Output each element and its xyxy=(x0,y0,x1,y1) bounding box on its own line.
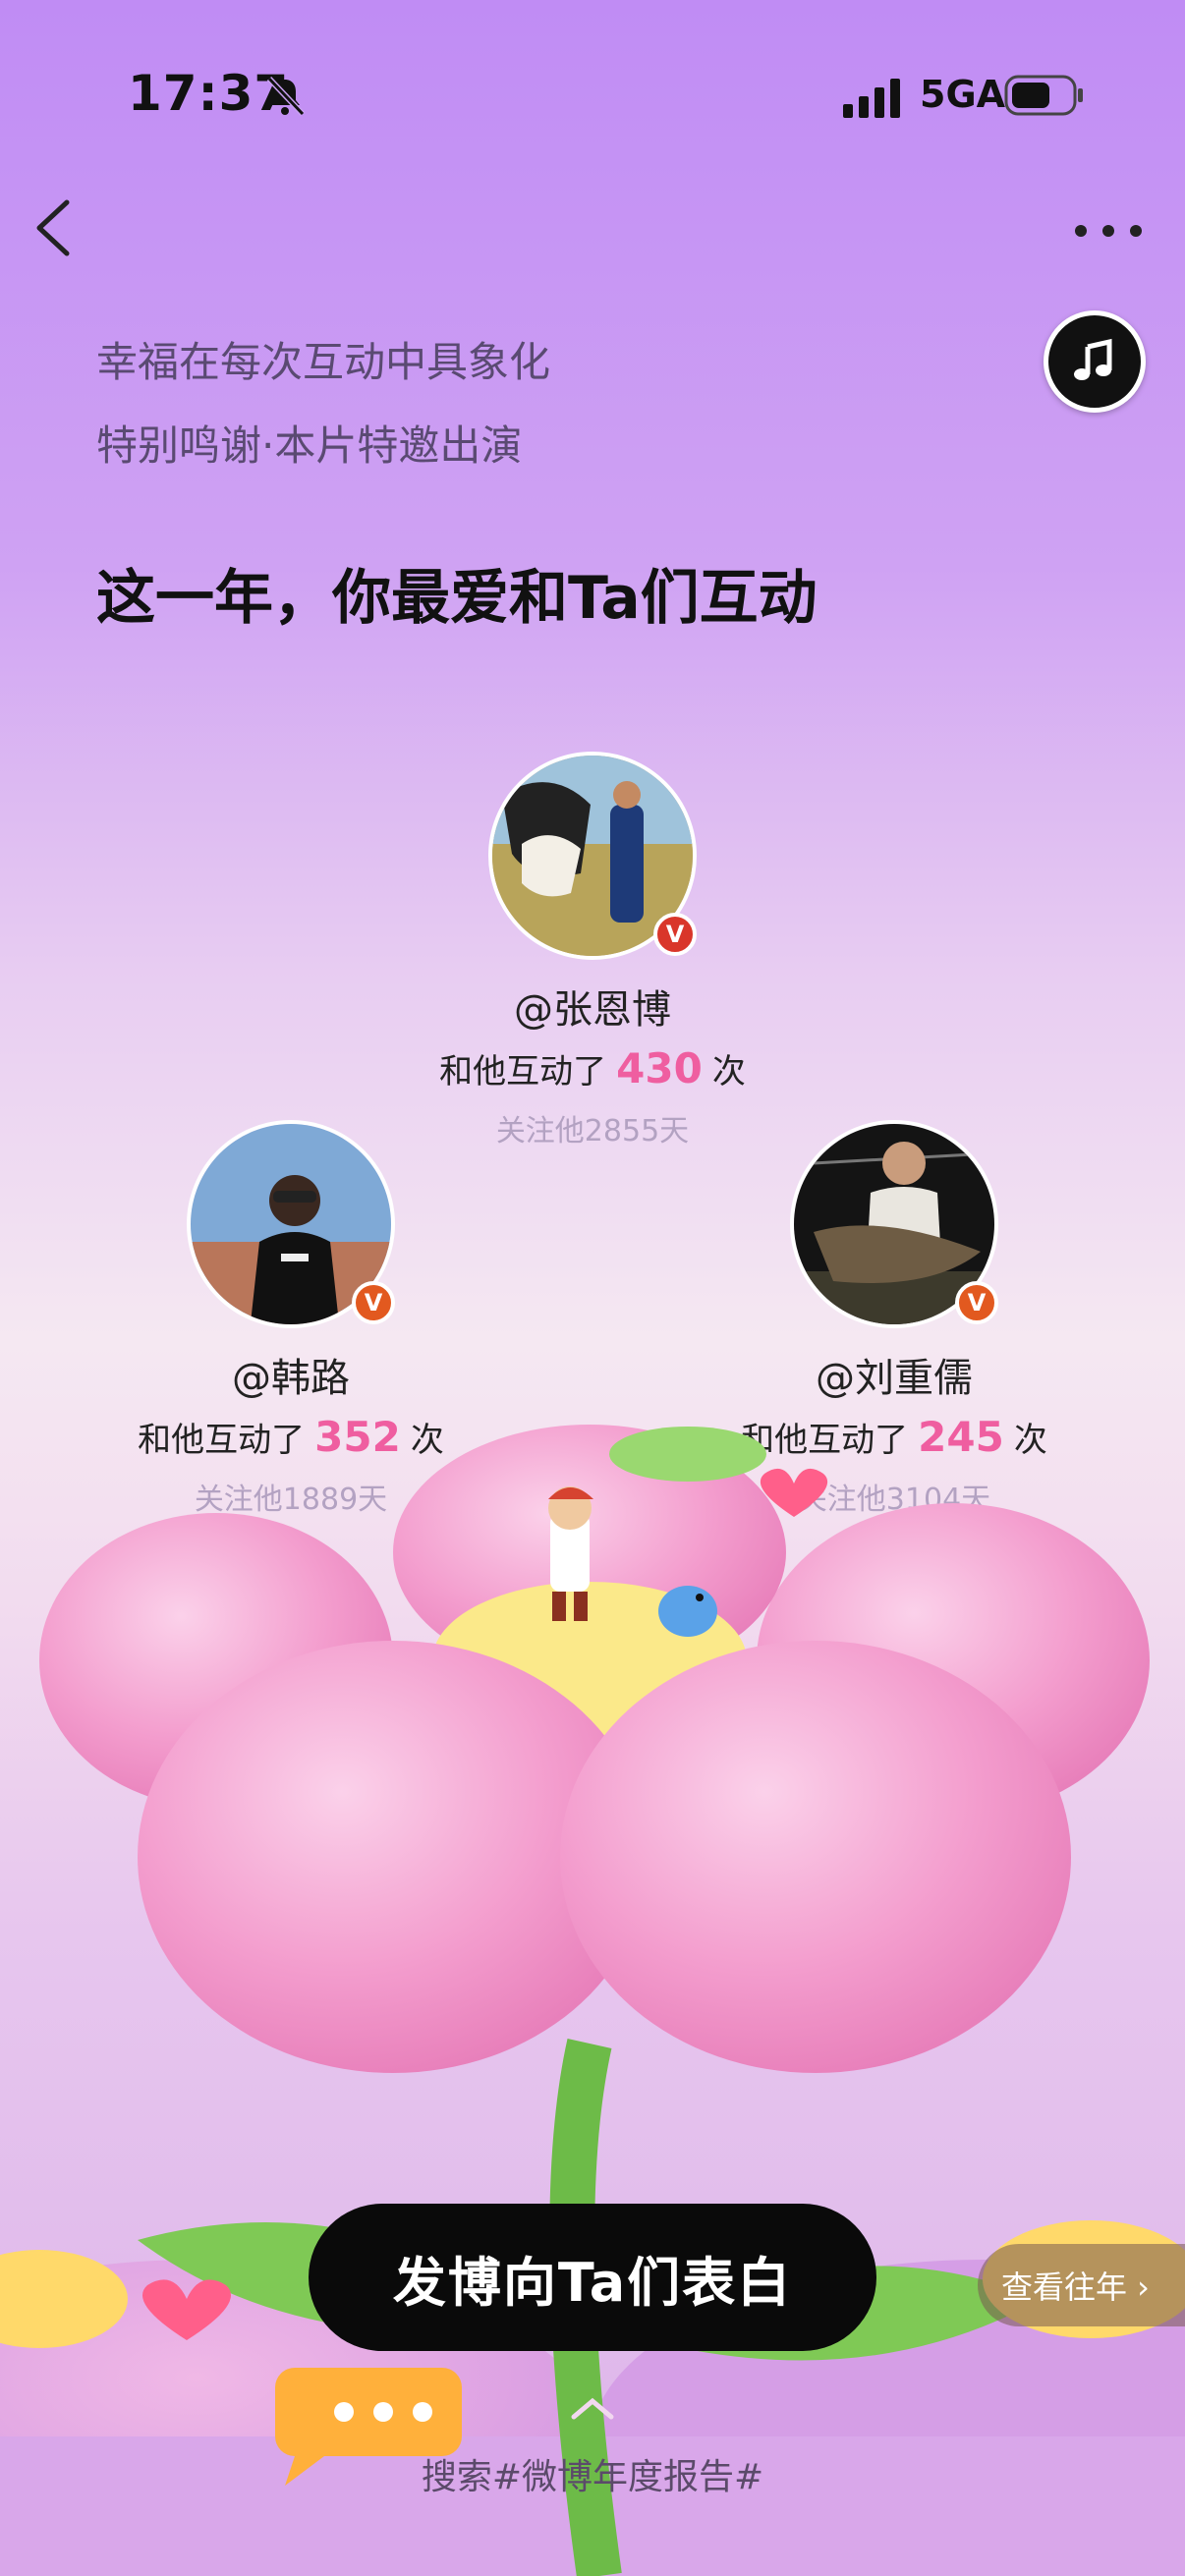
post-confession-button[interactable]: 发博向Ta们表白 xyxy=(309,2204,876,2351)
interaction-suffix: 次 xyxy=(711,1052,746,1092)
profile-handle[interactable]: @韩路 xyxy=(65,1346,517,1403)
interaction-number: 430 xyxy=(616,1044,703,1092)
music-toggle-button[interactable] xyxy=(1044,310,1146,413)
network-type: 5GA xyxy=(920,73,1006,116)
mute-bell-icon xyxy=(266,76,306,117)
profile-card-1[interactable]: V @张恩博 和他互动了 430 次 关注他2855天 xyxy=(367,752,818,1149)
signal-icon xyxy=(843,79,900,118)
battery-icon xyxy=(1004,75,1083,116)
music-note-icon xyxy=(1074,338,1112,380)
search-hashtag-hint[interactable]: 搜索#微博年度报告# xyxy=(0,2448,1185,2499)
more-options-icon[interactable] xyxy=(1071,211,1146,251)
verified-badge-icon: V xyxy=(955,1281,998,1324)
verified-badge-icon: V xyxy=(352,1281,395,1324)
profile-handle[interactable]: @刘重儒 xyxy=(668,1346,1120,1403)
back-arrow-icon[interactable] xyxy=(29,196,77,259)
subtitle-thanks: 特别鸣谢·本片特邀出演 xyxy=(96,421,523,470)
subtitle-happiness: 幸福在每次互动中具象化 xyxy=(96,338,551,386)
view-previous-years-button[interactable]: 查看往年 › xyxy=(978,2244,1185,2326)
swipe-up-chevron-icon xyxy=(571,2397,614,2420)
interaction-prefix: 和他互动了 xyxy=(439,1052,607,1092)
interaction-count: 和他互动了 430 次 xyxy=(367,1044,818,1092)
profile-handle[interactable]: @张恩博 xyxy=(367,978,818,1035)
page-title: 这一年，你最爱和Ta们互动 xyxy=(96,564,818,633)
verified-badge-icon: V xyxy=(653,913,697,956)
